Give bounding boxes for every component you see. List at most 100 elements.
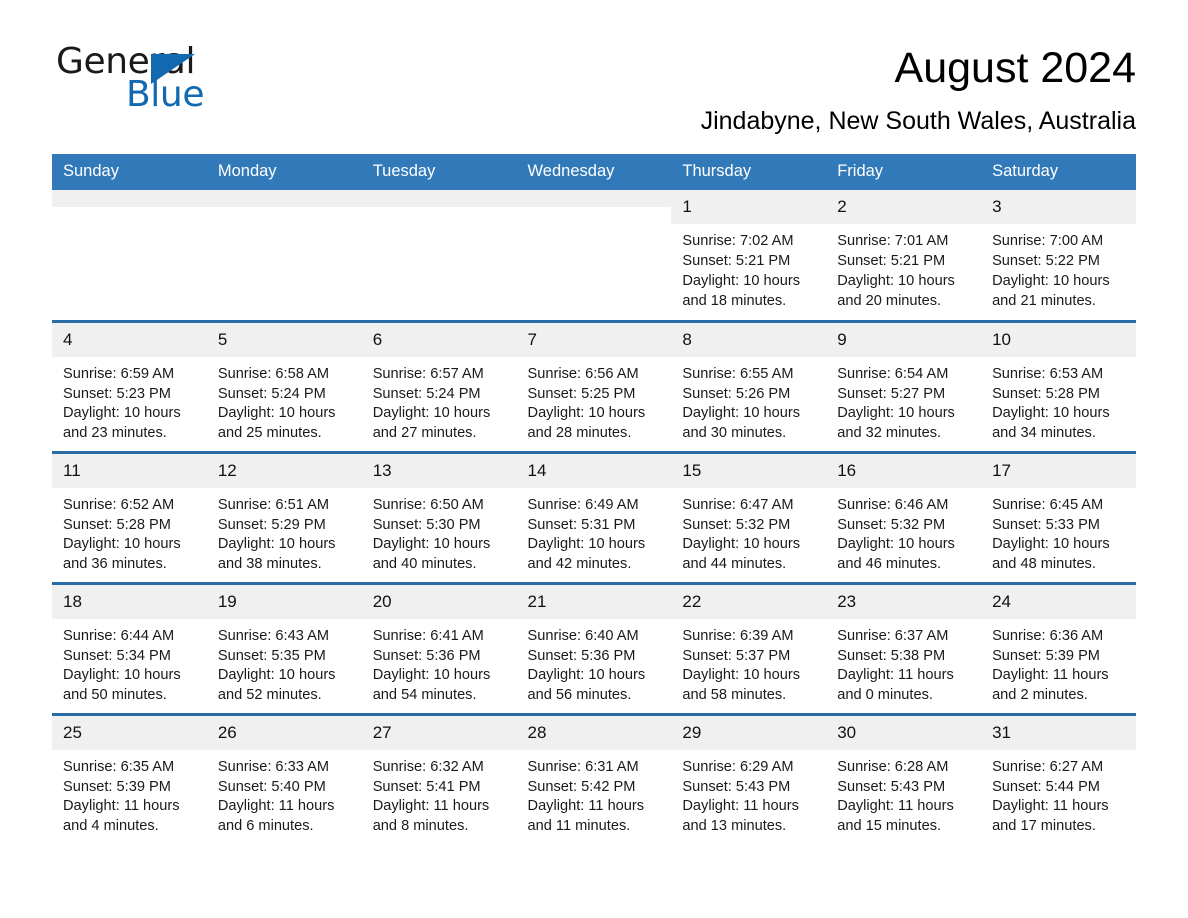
daylight-text-2: and 8 minutes. <box>372 818 469 835</box>
sunset-text: Sunset: 5:39 PM <box>992 647 1100 664</box>
day-cell[interactable]: 23 Sunrise: 6:37 AM Sunset: 5:38 PM Dayl… <box>826 581 982 715</box>
title-block: August 2024 Jindabyne, New South Wales, … <box>701 44 1136 136</box>
day-number: 13 <box>361 453 517 488</box>
daylight-text-1: Daylight: 10 hours <box>682 405 801 422</box>
week-row: 1 Sunrise: 7:02 AM Sunset: 5:21 PM Dayli… <box>52 190 1136 321</box>
day-cell[interactable]: 4 Sunrise: 6:59 AM Sunset: 5:23 PM Dayli… <box>52 319 207 453</box>
day-details: Sunrise: 6:58 AM Sunset: 5:24 PM Dayligh… <box>207 357 362 445</box>
day-cell[interactable]: 8 Sunrise: 6:55 AM Sunset: 5:26 PM Dayli… <box>671 319 827 453</box>
daylight-text-2: and 13 minutes. <box>682 818 787 835</box>
day-cell[interactable]: 19 Sunrise: 6:43 AM Sunset: 5:35 PM Dayl… <box>206 581 362 715</box>
day-details: Sunrise: 6:31 AM Sunset: 5:42 PM Dayligh… <box>517 750 672 838</box>
sunrise-text: Sunrise: 6:31 AM <box>527 758 639 775</box>
day-cell[interactable]: 6 Sunrise: 6:57 AM Sunset: 5:24 PM Dayli… <box>361 319 517 453</box>
day-details: Sunrise: 6:53 AM Sunset: 5:28 PM Dayligh… <box>981 357 1136 445</box>
daylight-text-2: and 56 minutes. <box>527 687 632 704</box>
daylight-text-2: and 46 minutes. <box>837 556 942 573</box>
day-cell[interactable]: 11 Sunrise: 6:52 AM Sunset: 5:28 PM Dayl… <box>52 450 207 584</box>
daylight-text-1: Daylight: 10 hours <box>63 667 181 684</box>
day-cell[interactable]: 21 Sunrise: 6:40 AM Sunset: 5:36 PM Dayl… <box>516 581 672 715</box>
day-number: 16 <box>826 453 982 488</box>
day-details: Sunrise: 6:41 AM Sunset: 5:36 PM Dayligh… <box>362 619 517 707</box>
daylight-text-1: Daylight: 11 hours <box>372 798 490 815</box>
day-number: 27 <box>361 715 517 750</box>
day-cell[interactable]: 13 Sunrise: 6:50 AM Sunset: 5:30 PM Dayl… <box>361 450 517 584</box>
day-cell[interactable]: 30 Sunrise: 6:28 AM Sunset: 5:43 PM Dayl… <box>826 712 982 846</box>
day-cell[interactable]: 25 Sunrise: 6:35 AM Sunset: 5:39 PM Dayl… <box>52 712 207 846</box>
calendar-table: Sunday Monday Tuesday Wednesday Thursday… <box>52 154 1136 846</box>
day-cell[interactable]: 17 Sunrise: 6:45 AM Sunset: 5:33 PM Dayl… <box>981 450 1136 584</box>
sunset-text: Sunset: 5:37 PM <box>682 647 791 664</box>
day-cell[interactable]: 18 Sunrise: 6:44 AM Sunset: 5:34 PM Dayl… <box>52 581 207 715</box>
sunrise-text: Sunrise: 6:27 AM <box>992 758 1104 775</box>
daylight-text-1: Daylight: 11 hours <box>682 798 799 815</box>
day-cell[interactable]: 5 Sunrise: 6:58 AM Sunset: 5:24 PM Dayli… <box>206 319 362 453</box>
daylight-text-2: and 0 minutes. <box>837 687 933 704</box>
day-details: Sunrise: 6:36 AM Sunset: 5:39 PM Dayligh… <box>981 619 1136 707</box>
day-cell[interactable]: 15 Sunrise: 6:47 AM Sunset: 5:32 PM Dayl… <box>671 450 827 584</box>
daylight-text-2: and 18 minutes. <box>682 292 787 309</box>
day-details: Sunrise: 6:57 AM Sunset: 5:24 PM Dayligh… <box>362 357 517 445</box>
day-details: Sunrise: 6:27 AM Sunset: 5:44 PM Dayligh… <box>981 750 1136 838</box>
day-cell <box>206 190 362 321</box>
sunset-text: Sunset: 5:21 PM <box>837 253 946 270</box>
day-cell[interactable]: 12 Sunrise: 6:51 AM Sunset: 5:29 PM Dayl… <box>206 450 362 584</box>
day-number: 3 <box>981 190 1136 225</box>
daylight-text-2: and 44 minutes. <box>682 556 787 573</box>
daylight-text-2: and 50 minutes. <box>63 687 167 704</box>
day-cell[interactable]: 28 Sunrise: 6:31 AM Sunset: 5:42 PM Dayl… <box>516 712 672 846</box>
daylight-text-2: and 36 minutes. <box>63 556 167 573</box>
sunrise-text: Sunrise: 6:46 AM <box>837 496 949 513</box>
day-details: Sunrise: 7:02 AM Sunset: 5:21 PM Dayligh… <box>671 224 826 312</box>
day-details: Sunrise: 6:59 AM Sunset: 5:23 PM Dayligh… <box>52 357 207 445</box>
day-cell[interactable]: 14 Sunrise: 6:49 AM Sunset: 5:31 PM Dayl… <box>516 450 672 584</box>
daylight-text-2: and 48 minutes. <box>992 556 1096 573</box>
calendar-header-row: Sunday Monday Tuesday Wednesday Thursday… <box>52 154 1136 191</box>
sunset-text: Sunset: 5:28 PM <box>992 385 1100 402</box>
day-number: 17 <box>981 453 1136 488</box>
day-cell[interactable]: 16 Sunrise: 6:46 AM Sunset: 5:32 PM Dayl… <box>826 450 982 584</box>
day-cell[interactable]: 27 Sunrise: 6:32 AM Sunset: 5:41 PM Dayl… <box>361 712 517 846</box>
sunset-text: Sunset: 5:33 PM <box>992 516 1100 533</box>
sunset-text: Sunset: 5:25 PM <box>527 385 636 402</box>
sunset-text: Sunset: 5:43 PM <box>682 778 791 795</box>
daylight-text-2: and 34 minutes. <box>992 425 1096 442</box>
day-cell <box>52 190 207 321</box>
sunset-text: Sunset: 5:40 PM <box>217 778 326 795</box>
sunrise-text: Sunrise: 6:32 AM <box>372 758 484 775</box>
day-details: Sunrise: 6:29 AM Sunset: 5:43 PM Dayligh… <box>671 750 826 838</box>
daylight-text-2: and 52 minutes. <box>217 687 322 704</box>
day-cell[interactable]: 20 Sunrise: 6:41 AM Sunset: 5:36 PM Dayl… <box>361 581 517 715</box>
sunset-text: Sunset: 5:34 PM <box>63 647 171 664</box>
daylight-text-1: Daylight: 10 hours <box>372 667 491 684</box>
day-number: 9 <box>826 322 982 357</box>
day-cell[interactable]: 31 Sunrise: 6:27 AM Sunset: 5:44 PM Dayl… <box>981 712 1136 846</box>
day-details: Sunrise: 6:37 AM Sunset: 5:38 PM Dayligh… <box>826 619 981 707</box>
sunset-text: Sunset: 5:28 PM <box>63 516 171 533</box>
sunset-text: Sunset: 5:24 PM <box>217 385 326 402</box>
day-cell[interactable]: 1 Sunrise: 7:02 AM Sunset: 5:21 PM Dayli… <box>671 190 827 321</box>
weekday-header-thursday: Thursday <box>671 154 827 191</box>
day-number: 7 <box>516 322 672 357</box>
daylight-text-1: Daylight: 10 hours <box>217 536 336 553</box>
day-cell[interactable]: 26 Sunrise: 6:33 AM Sunset: 5:40 PM Dayl… <box>206 712 362 846</box>
day-cell[interactable]: 3 Sunrise: 7:00 AM Sunset: 5:22 PM Dayli… <box>981 190 1136 321</box>
sunrise-text: Sunrise: 6:56 AM <box>527 365 639 382</box>
day-cell[interactable]: 22 Sunrise: 6:39 AM Sunset: 5:37 PM Dayl… <box>671 581 827 715</box>
sunset-text: Sunset: 5:41 PM <box>372 778 481 795</box>
sunrise-text: Sunrise: 6:37 AM <box>837 627 949 644</box>
brand-logo[interactable]: General Blue <box>56 44 246 116</box>
day-cell[interactable]: 24 Sunrise: 6:36 AM Sunset: 5:39 PM Dayl… <box>981 581 1136 715</box>
day-cell[interactable]: 10 Sunrise: 6:53 AM Sunset: 5:28 PM Dayl… <box>981 319 1136 453</box>
day-number: 4 <box>52 322 207 357</box>
sunset-text: Sunset: 5:22 PM <box>992 253 1100 270</box>
sunrise-text: Sunrise: 6:29 AM <box>682 758 794 775</box>
day-cell[interactable]: 2 Sunrise: 7:01 AM Sunset: 5:21 PM Dayli… <box>826 190 982 321</box>
day-cell[interactable]: 9 Sunrise: 6:54 AM Sunset: 5:27 PM Dayli… <box>826 319 982 453</box>
day-cell[interactable]: 7 Sunrise: 6:56 AM Sunset: 5:25 PM Dayli… <box>516 319 672 453</box>
day-cell[interactable]: 29 Sunrise: 6:29 AM Sunset: 5:43 PM Dayl… <box>671 712 827 846</box>
daylight-text-1: Daylight: 10 hours <box>63 405 181 422</box>
daylight-text-2: and 4 minutes. <box>63 818 159 835</box>
daylight-text-1: Daylight: 10 hours <box>837 405 955 422</box>
sunset-text: Sunset: 5:39 PM <box>63 778 171 795</box>
